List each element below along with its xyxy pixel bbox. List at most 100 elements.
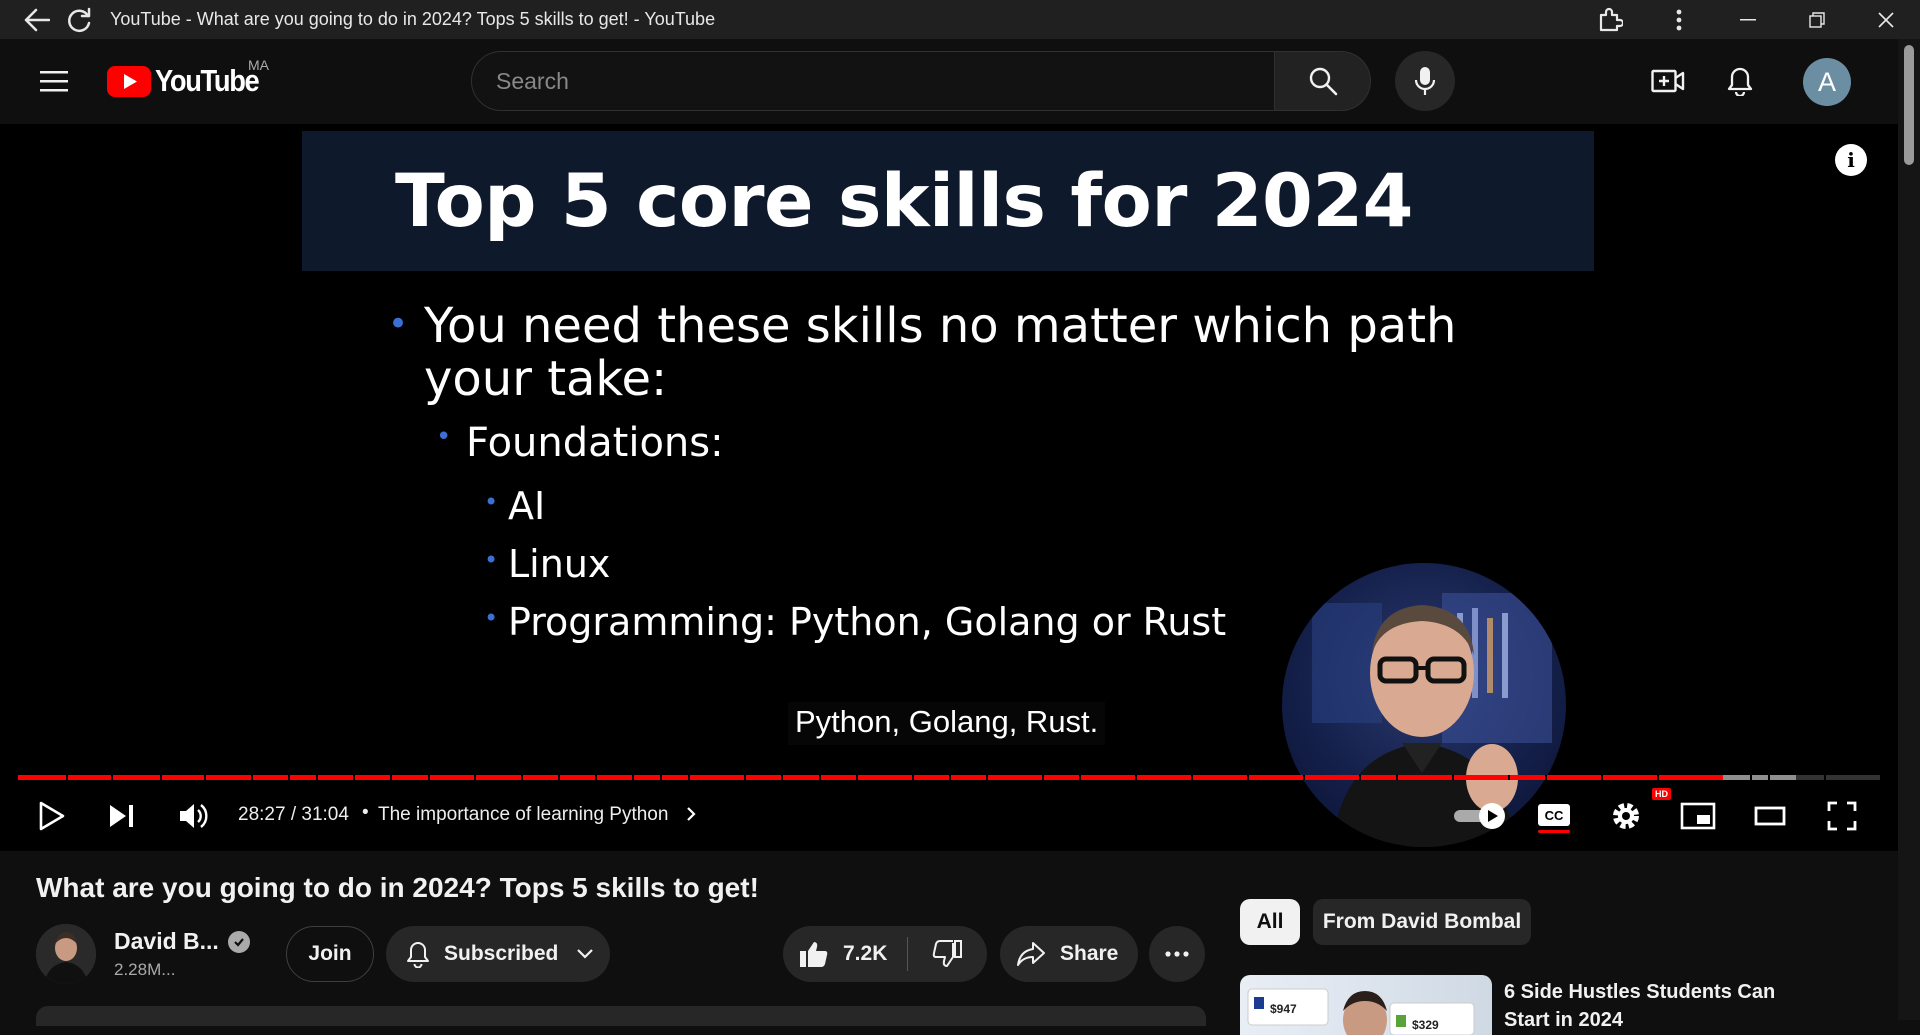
window-title-bar: YouTube - What are you going to do in 20… (0, 0, 1920, 39)
subscribed-label: Subscribed (444, 942, 559, 965)
join-button[interactable]: Join (286, 926, 374, 982)
slide-bullet: • AI (484, 484, 546, 528)
search-icon (1309, 67, 1337, 96)
chapter-marker (159, 775, 162, 780)
recommendation-title[interactable]: 6 Side Hustles Students Can Start in 202… (1504, 978, 1824, 1034)
share-label: Share (1060, 942, 1119, 965)
chapter-marker (1656, 775, 1659, 780)
chapter-marker (1135, 775, 1138, 780)
description-box[interactable] (36, 1006, 1206, 1026)
svg-text:$329: $329 (1412, 1018, 1439, 1032)
volume-button[interactable] (168, 790, 220, 842)
restore-icon[interactable] (1782, 1, 1851, 39)
verified-badge-icon (228, 931, 250, 953)
minimize-icon[interactable] (1713, 1, 1782, 39)
slide-bullet: • Foundations: (436, 420, 724, 466)
progress-played (18, 775, 1724, 780)
play-button[interactable] (26, 790, 78, 842)
search-input[interactable] (496, 52, 1256, 110)
chapter-marker (1246, 775, 1249, 780)
chapter-marker (1749, 775, 1752, 780)
settings-button[interactable] (1600, 790, 1652, 842)
chapter-marker (520, 775, 523, 780)
chapter-marker (855, 775, 858, 780)
slide-bullet: • Linux (484, 542, 611, 586)
slide-header: Top 5 core skills for 2024 (302, 131, 1594, 271)
chapter-marker (474, 775, 477, 780)
chapter-marker (315, 775, 318, 780)
miniplayer-button[interactable] (1672, 790, 1724, 842)
hd-badge: HD (1652, 788, 1671, 800)
scrollbar-thumb[interactable] (1904, 45, 1914, 165)
kebab-menu-icon[interactable] (1644, 1, 1713, 39)
chapter-marker (111, 775, 114, 780)
chapter-marker (911, 775, 914, 780)
page-scrollbar[interactable] (1898, 39, 1920, 1020)
chapter-title: The importance of learning Python (378, 804, 669, 825)
chapter-title-button[interactable]: The importance of learning Python (378, 804, 696, 826)
theater-mode-icon (1754, 806, 1786, 826)
subscribed-button[interactable]: Subscribed (386, 926, 610, 982)
voice-search-button[interactable] (1395, 51, 1455, 111)
time-display: 28:27 / 31:04 (238, 804, 349, 825)
chapter-marker (1600, 775, 1603, 780)
progress-bar[interactable] (18, 775, 1880, 780)
next-button[interactable] (96, 790, 148, 842)
back-icon[interactable] (18, 1, 56, 39)
thumbs-down-icon (932, 940, 962, 967)
like-dislike-group: 7.2K (783, 926, 987, 982)
play-icon (39, 801, 65, 831)
share-button[interactable]: Share (1000, 926, 1138, 982)
volume-icon (180, 804, 208, 828)
reload-icon[interactable] (60, 1, 98, 39)
info-icon[interactable]: i (1835, 144, 1867, 176)
autoplay-toggle-icon (1454, 803, 1505, 829)
video-title: What are you going to do in 2024? Tops 5… (36, 872, 759, 903)
closed-caption: Python, Golang, Rust. (788, 702, 1106, 745)
chapter-marker (353, 775, 356, 780)
share-arrow-icon (1017, 942, 1045, 966)
slide-title: Top 5 core skills for 2024 (395, 159, 1413, 244)
channel-avatar[interactable] (36, 924, 96, 984)
chapter-marker (1358, 775, 1361, 780)
chapter-marker (1191, 775, 1194, 780)
chapter-marker (1507, 775, 1510, 780)
thumbs-up-icon (800, 942, 828, 967)
extensions-icon[interactable] (1575, 1, 1644, 39)
fullscreen-icon (1827, 801, 1857, 831)
video-player[interactable]: Top 5 core skills for 2024 • You need the… (0, 124, 1898, 851)
cc-label: CC (1545, 808, 1564, 823)
chapter-marker (660, 775, 663, 780)
slide-bullet: • You need these skills no matter which p… (388, 298, 1457, 407)
channel-name[interactable]: David B... (114, 928, 219, 955)
more-horizontal-icon (1165, 951, 1189, 957)
like-button[interactable]: 7.2K (783, 926, 907, 982)
theater-mode-button[interactable] (1744, 790, 1796, 842)
create-video-button[interactable] (1644, 59, 1692, 103)
chip-from-channel[interactable]: From David Bombal (1313, 899, 1531, 945)
dislike-button[interactable] (908, 926, 986, 982)
cc-icon: CC (1538, 804, 1570, 833)
slide-bullet: • Programming: Python, Golang or Rust (484, 600, 1227, 644)
notifications-button[interactable] (1716, 59, 1764, 103)
hamburger-menu-icon[interactable] (30, 61, 78, 101)
subtitles-button[interactable]: CC (1528, 790, 1580, 842)
search-button[interactable] (1275, 51, 1371, 111)
more-actions-button[interactable] (1149, 926, 1205, 982)
svg-text:$947: $947 (1270, 1002, 1297, 1016)
chapter-marker (1079, 775, 1082, 780)
chapter-marker (557, 775, 560, 780)
chevron-down-icon (577, 949, 594, 959)
chip-all[interactable]: All (1240, 899, 1300, 945)
chapter-marker (1544, 775, 1547, 780)
autoplay-toggle[interactable] (1450, 790, 1510, 842)
subscriber-count: 2.28M... (114, 960, 176, 979)
chapter-marker (986, 775, 989, 780)
chapter-marker (1451, 775, 1454, 780)
chapter-marker (632, 775, 635, 780)
account-avatar[interactable]: A (1803, 58, 1851, 106)
youtube-play-logo-icon (107, 65, 151, 97)
recommendation-thumbnail[interactable]: $947 $329 (1240, 975, 1492, 1035)
close-icon[interactable] (1851, 1, 1920, 39)
fullscreen-button[interactable] (1816, 790, 1868, 842)
